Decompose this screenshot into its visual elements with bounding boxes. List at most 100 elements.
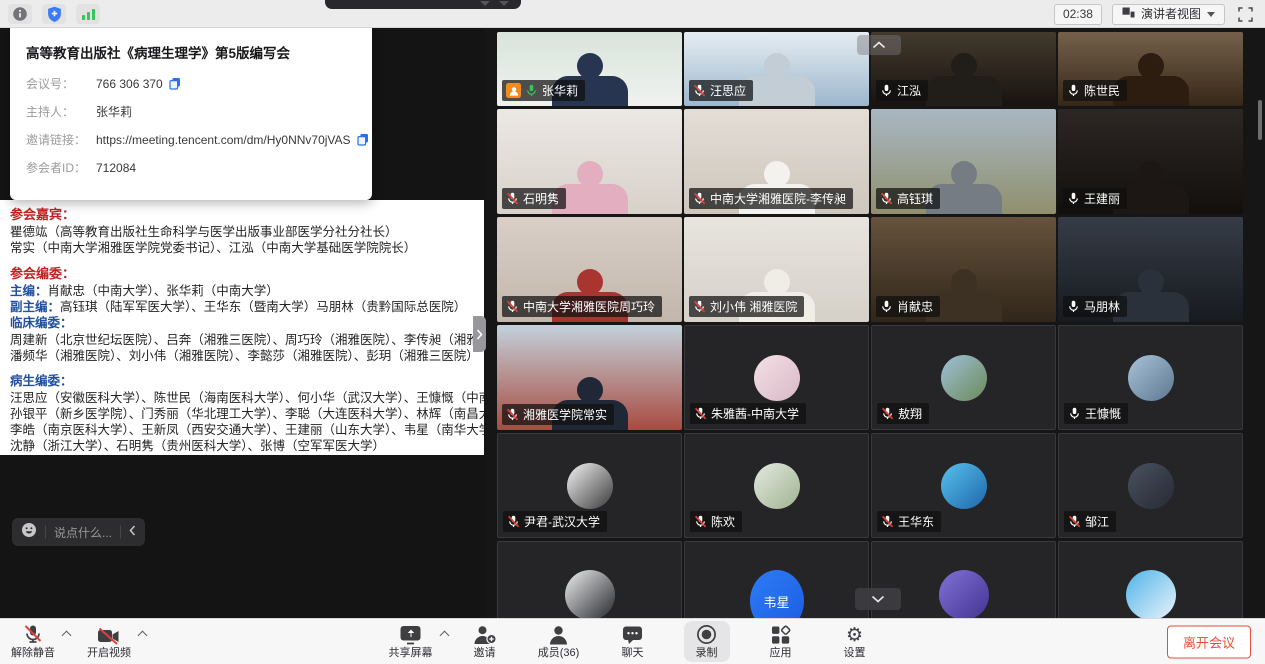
- toolbar-button-share-screen[interactable]: 共享屏幕: [388, 624, 434, 659]
- video-tile[interactable]: 尹君-武汉大学: [497, 433, 682, 538]
- copy-icon[interactable]: [357, 133, 369, 146]
- mic-off-icon: [23, 624, 43, 645]
- video-tile[interactable]: 马朋林: [1058, 217, 1243, 322]
- mic-on-icon: [880, 84, 893, 97]
- document-line: 临床编委：: [10, 315, 484, 332]
- video-tile[interactable]: 刘小伟 湘雅医院: [684, 217, 869, 322]
- angle-right-icon: [476, 329, 483, 340]
- collapse-chat-icon[interactable]: [129, 523, 136, 541]
- participant-name-tag: 陈欢: [690, 511, 742, 532]
- chat-placeholder[interactable]: 说点什么...: [54, 524, 112, 541]
- leave-meeting-button[interactable]: 离开会议: [1167, 625, 1251, 658]
- network-signal-icon[interactable]: [76, 4, 100, 24]
- more-options-chevron-icon[interactable]: [62, 631, 72, 641]
- video-tile[interactable]: 陈世民: [1058, 32, 1243, 106]
- video-tile[interactable]: 高钰琪: [871, 109, 1056, 214]
- toolbar-button-apps[interactable]: 应用: [758, 624, 804, 659]
- meeting-title: 高等教育出版社《病理生理学》第5版编写会: [26, 42, 356, 62]
- mic-muted-icon: [881, 407, 894, 420]
- video-tile[interactable]: 中南大学湘雅医院周巧玲: [497, 217, 682, 322]
- view-mode-label: 演讲者视图: [1141, 7, 1201, 22]
- fullscreen-icon[interactable]: [1235, 4, 1255, 24]
- caret-down-icon: [1207, 12, 1215, 17]
- grid-scrollbar[interactable]: [1258, 100, 1262, 140]
- host-badge-icon: [506, 83, 521, 98]
- toolbar-button-members[interactable]: 成员(36): [536, 624, 582, 659]
- role-label: 主编：: [10, 284, 48, 298]
- avatar: [939, 570, 989, 618]
- participant-name: 湘雅医学院常实: [523, 406, 607, 423]
- avatar: [941, 355, 987, 401]
- toolbar-button-mic-off[interactable]: 解除静音: [10, 624, 56, 659]
- toolbar-button-record[interactable]: 录制: [684, 621, 730, 662]
- field-value: 766 306 370: [96, 77, 163, 91]
- video-tile[interactable]: 张华莉: [497, 32, 682, 106]
- participant-name: 朱雅茜-中南大学: [711, 405, 799, 422]
- chat-icon: [622, 624, 643, 645]
- expand-handle[interactable]: [473, 316, 486, 352]
- mic-on-icon: [880, 300, 893, 313]
- settings-icon: ⚙: [846, 624, 863, 645]
- more-options-chevron-icon[interactable]: [439, 631, 449, 641]
- participant-name: 石明隽: [523, 190, 559, 207]
- participant-name-tag: 陈世民: [1063, 80, 1127, 101]
- mic-muted-icon: [1068, 515, 1081, 528]
- chat-quick-input[interactable]: 说点什么...: [12, 518, 145, 546]
- document-line: 周建新（北京世纪坛医院）、吕奔（湘雅三医院）、周巧玲（湘雅医院）、李传昶（湘雅医…: [10, 332, 484, 348]
- video-tile[interactable]: 湘雅医学院常实: [497, 325, 682, 430]
- video-tile[interactable]: [497, 541, 682, 618]
- info-icon[interactable]: [8, 4, 32, 24]
- document-line: 参会嘉宾：: [10, 206, 484, 224]
- shield-plus-icon[interactable]: [42, 4, 66, 24]
- document-line: 孙银平（新乡医学院）、门秀丽（华北理工大学）、李聪（大连医科大学）、林辉（南昌大…: [10, 406, 484, 422]
- title-bar: 02:38 演讲者视图: [0, 0, 1265, 28]
- person-silhouette: [926, 76, 1002, 106]
- toolbar-center-group: 共享屏幕 邀请成员(36) 聊天录制应用 ⚙ 设置: [388, 624, 878, 662]
- toolbar-button-settings[interactable]: ⚙ 设置: [832, 624, 878, 659]
- video-tile[interactable]: 王华东: [871, 433, 1056, 538]
- avatar: [565, 570, 615, 618]
- video-tile[interactable]: 中南大学湘雅医院-李传昶: [684, 109, 869, 214]
- video-tile[interactable]: [1058, 541, 1243, 618]
- video-tile[interactable]: 敖翔: [871, 325, 1056, 430]
- mic-on-icon: [1067, 84, 1080, 97]
- meeting-info-row: 主持人：张华莉: [26, 103, 356, 120]
- more-options-chevron-icon[interactable]: [138, 631, 148, 641]
- video-tile[interactable]: 汪思应: [684, 32, 869, 106]
- invite-icon: [472, 624, 497, 645]
- video-tile[interactable]: 肖献忠: [871, 217, 1056, 322]
- view-mode-switch[interactable]: 演讲者视图: [1112, 4, 1225, 25]
- divider: [120, 525, 121, 539]
- mic-muted-icon: [506, 408, 519, 421]
- toolbar-button-label: 设置: [844, 647, 866, 659]
- toolbar-button-label: 开启视频: [87, 647, 131, 659]
- participant-name: 王建丽: [1084, 190, 1120, 207]
- video-tile[interactable]: 邹江: [1058, 433, 1243, 538]
- mic-on-icon: [1067, 300, 1080, 313]
- participant-name: 汪思应: [710, 82, 746, 99]
- toolbar-button-label: 共享屏幕: [389, 647, 433, 659]
- toolbar-button-invite[interactable]: 邀请: [462, 624, 508, 659]
- participant-name: 高钰琪: [897, 190, 933, 207]
- avatar: [1128, 355, 1174, 401]
- video-tile[interactable]: 石明隽: [497, 109, 682, 214]
- grid-scroll-down-button[interactable]: [855, 588, 901, 610]
- meeting-info-row: 邀请链接：https://meeting.tencent.com/dm/Hy0N…: [26, 131, 356, 148]
- video-tile[interactable]: 韦星: [684, 541, 869, 618]
- participant-name: 张华莉: [542, 82, 578, 99]
- video-tile[interactable]: 陈欢: [684, 433, 869, 538]
- field-label: 会议号：: [26, 75, 96, 92]
- smiley-emoji-icon[interactable]: [21, 522, 37, 543]
- video-tile[interactable]: 王建丽: [1058, 109, 1243, 214]
- video-tile[interactable]: 朱雅茜-中南大学: [684, 325, 869, 430]
- copy-icon[interactable]: [169, 77, 181, 90]
- video-tile[interactable]: 王慷慨: [1058, 325, 1243, 430]
- toolbar-button-chat[interactable]: 聊天: [610, 624, 656, 659]
- mic-on-icon: [1068, 407, 1081, 420]
- floating-toolbar-collapsed[interactable]: [325, 0, 521, 9]
- toolbar-button-camera-off[interactable]: 开启视频: [86, 624, 132, 659]
- participant-name: 肖献忠: [897, 298, 933, 315]
- apps-icon: [771, 624, 791, 645]
- grid-scroll-up-button[interactable]: [857, 35, 901, 55]
- meeting-status-icons: [8, 4, 100, 24]
